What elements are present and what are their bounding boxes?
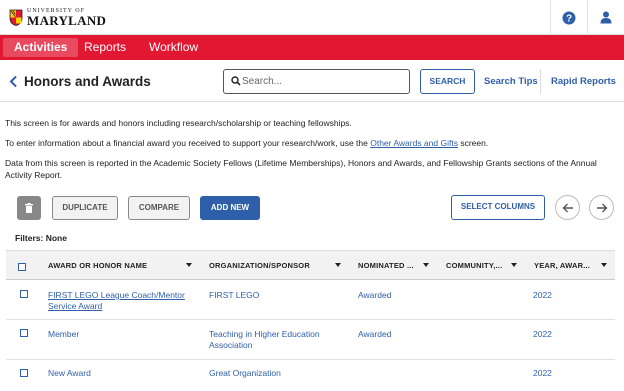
column-nominated[interactable]: NOMINATED ...	[358, 261, 414, 270]
back-chevron-icon[interactable]	[9, 75, 18, 88]
search-input[interactable]	[242, 73, 402, 90]
next-button[interactable]	[589, 195, 614, 220]
page-header: Honors and Awards SEARCH Search Tips Rap…	[0, 61, 624, 102]
nav-workflow[interactable]: Workflow	[138, 35, 209, 60]
column-community[interactable]: COMMUNITY,...	[446, 261, 502, 270]
organization-cell: FIRST LEGO	[209, 290, 260, 300]
row-checkbox[interactable]	[20, 329, 28, 337]
compare-button[interactable]: COMPARE	[128, 196, 190, 220]
nominated-cell: Awarded	[358, 290, 392, 300]
add-new-button[interactable]: ADD NEW	[200, 196, 260, 220]
table-row[interactable]: New Award Great Organization 2022	[6, 360, 615, 391]
rapid-reports-link[interactable]: Rapid Reports	[551, 76, 616, 87]
year-cell: 2022	[533, 290, 552, 300]
trash-icon	[25, 203, 33, 213]
svg-text:?: ?	[566, 13, 572, 24]
column-award-name[interactable]: AWARD OR HONOR NAME	[48, 261, 147, 270]
search-tips-link[interactable]: Search Tips	[484, 76, 538, 87]
arrow-right-icon	[596, 203, 607, 212]
nav-activities[interactable]: Activities	[3, 38, 79, 57]
intro-line-2-pre: To enter information about a financial a…	[5, 138, 371, 148]
table-row[interactable]: Member Teaching in Higher Education Assoc…	[6, 320, 615, 360]
year-cell: 2022	[533, 329, 552, 339]
top-bar: UNIVERSITY OF MARYLAND ?	[0, 0, 624, 35]
intro-line-3b: Activity Report.	[5, 170, 63, 180]
user-menu-button[interactable]	[587, 0, 624, 35]
nominated-cell: Awarded	[358, 329, 392, 339]
university-logo[interactable]: UNIVERSITY OF MARYLAND	[9, 7, 106, 27]
delete-button[interactable]	[17, 196, 41, 220]
row-checkbox[interactable]	[20, 290, 28, 298]
award-name-line: Service Award	[48, 301, 103, 311]
filters-label: Filters: None	[15, 233, 67, 243]
main-nav: Activities Reports Workflow	[0, 35, 624, 60]
sort-caret-icon[interactable]	[601, 263, 607, 267]
sort-caret-icon[interactable]	[423, 263, 429, 267]
row-checkbox[interactable]	[20, 369, 28, 377]
intro-line-3a: Data from this screen is reported in the…	[5, 158, 597, 168]
organization-cell: Teaching in Higher Education Association	[209, 329, 320, 351]
award-name-link[interactable]: Member	[48, 329, 79, 340]
select-columns-button[interactable]: SELECT COLUMNS	[451, 195, 545, 220]
award-name-link[interactable]: FIRST LEGO League Coach/Mentor Service Aw…	[48, 290, 185, 312]
divider	[540, 69, 541, 94]
column-year[interactable]: YEAR, AWAR...	[534, 261, 590, 270]
table-row[interactable]: FIRST LEGO League Coach/Mentor Service Aw…	[6, 281, 615, 320]
sort-caret-icon[interactable]	[335, 263, 341, 267]
user-icon	[600, 11, 612, 24]
logo-main-text: MARYLAND	[27, 12, 107, 28]
search-button[interactable]: SEARCH	[420, 69, 475, 94]
organization-line: Association	[209, 340, 253, 350]
organization-cell: Great Organization	[209, 368, 281, 378]
maryland-shield-icon	[9, 9, 23, 26]
column-organization[interactable]: ORGANIZATION/SPONSOR	[209, 261, 310, 270]
other-awards-link[interactable]: Other Awards and Gifts	[370, 138, 458, 148]
sort-caret-icon[interactable]	[511, 263, 517, 267]
award-name-link[interactable]: New Award	[48, 368, 91, 379]
intro-line-2: To enter information about a financial a…	[5, 137, 488, 149]
page-title: Honors and Awards	[24, 74, 151, 89]
award-name-line: FIRST LEGO League Coach/Mentor	[48, 290, 185, 300]
duplicate-button[interactable]: DUPLICATE	[52, 196, 118, 220]
arrow-left-icon	[562, 203, 573, 212]
sort-caret-icon[interactable]	[186, 263, 192, 267]
organization-line: Teaching in Higher Education	[209, 329, 320, 339]
intro-line-1: This screen is for awards and honors inc…	[5, 118, 352, 128]
search-icon	[231, 76, 241, 86]
search-field[interactable]	[223, 69, 410, 94]
select-all-checkbox[interactable]	[18, 263, 26, 271]
help-button[interactable]: ?	[550, 0, 587, 35]
previous-button[interactable]	[555, 195, 580, 220]
nav-reports[interactable]: Reports	[73, 35, 137, 60]
help-circle-icon: ?	[562, 11, 576, 24]
year-cell: 2022	[533, 368, 552, 378]
table-header: AWARD OR HONOR NAME ORGANIZATION/SPONSOR…	[6, 250, 615, 280]
intro-line-2-post: screen.	[457, 138, 489, 148]
